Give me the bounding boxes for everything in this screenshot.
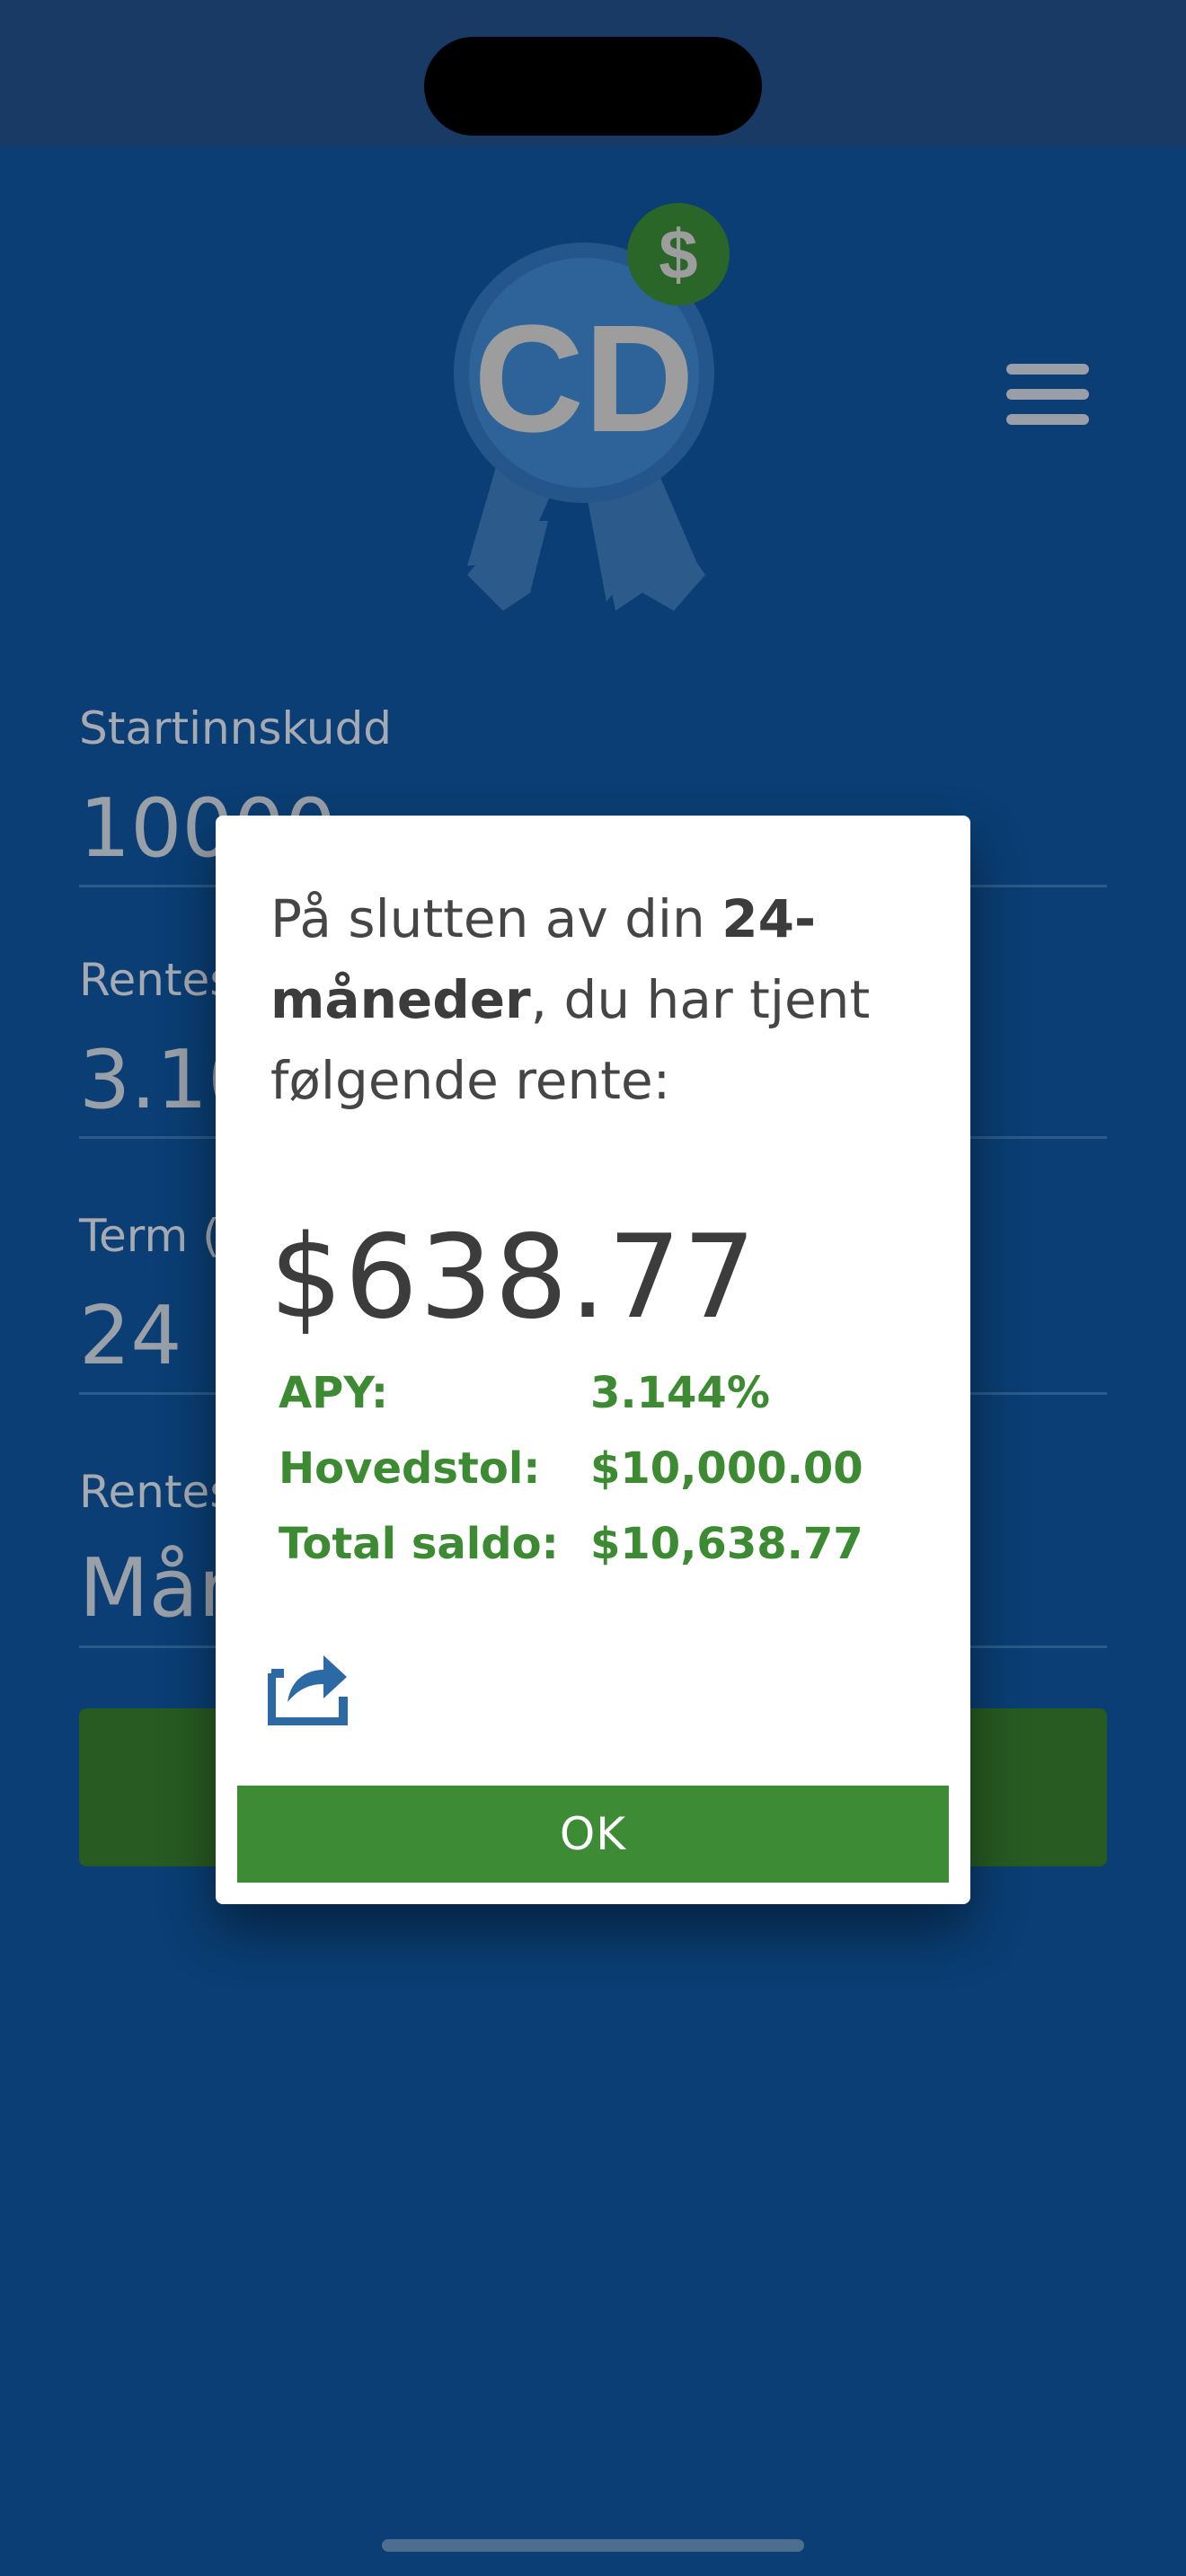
interest-amount: $638.77: [270, 1211, 758, 1345]
home-indicator[interactable]: [382, 2539, 804, 2552]
result-dialog: På slutten av din 24-måneder, du har tje…: [216, 816, 970, 1904]
principal-value: $10,000.00: [590, 1443, 863, 1494]
share-icon[interactable]: [267, 1646, 349, 1726]
result-message: På slutten av din 24-måneder, du har tje…: [270, 888, 871, 1111]
total-balance-value: $10,638.77: [590, 1519, 863, 1569]
apy-value: 3.144%: [590, 1368, 770, 1418]
total-balance-label: Total saldo:: [279, 1519, 559, 1569]
ok-button[interactable]: OK: [237, 1786, 949, 1883]
apy-label: APY:: [279, 1368, 389, 1418]
principal-label: Hovedstol:: [279, 1443, 541, 1494]
